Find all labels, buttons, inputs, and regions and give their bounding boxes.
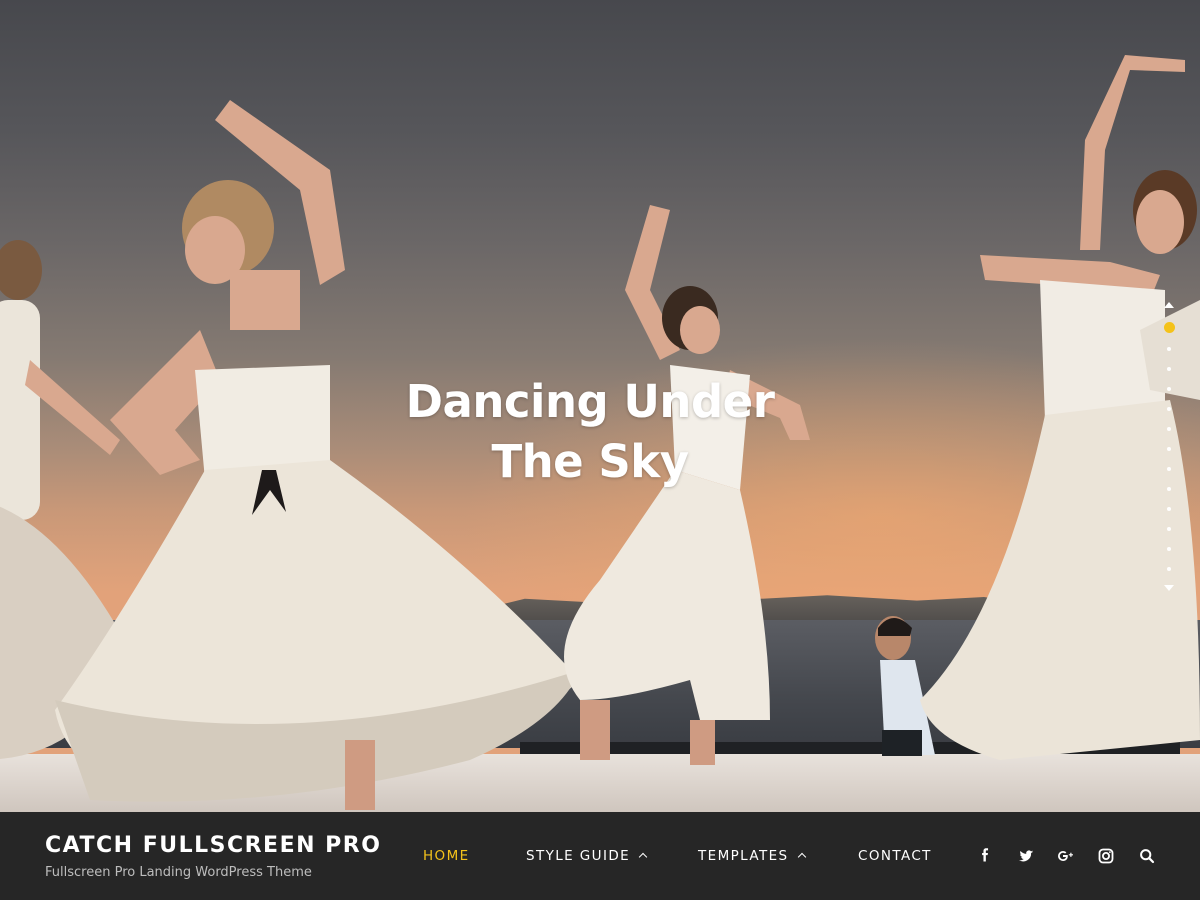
slider-next-arrow-icon[interactable] [1164, 585, 1174, 591]
slider-dot[interactable] [1167, 547, 1171, 551]
google-plus-icon[interactable] [1056, 846, 1076, 866]
nav-item-label: CONTACT [858, 848, 932, 864]
slider-dot[interactable] [1167, 507, 1171, 511]
slider-pagination [1160, 302, 1178, 628]
slider-dot[interactable] [1167, 447, 1171, 451]
hero-title: Dancing Under The Sky [360, 372, 820, 492]
man-background [875, 616, 935, 756]
nav-item-contact[interactable]: CONTACT [858, 848, 932, 864]
nav-item-home[interactable]: HOME [423, 848, 470, 864]
nav-item-style-guide[interactable]: STYLE GUIDE [526, 848, 648, 864]
hero-title-line-1: Dancing Under [405, 375, 775, 428]
slider-dot[interactable] [1167, 487, 1171, 491]
slider-dot[interactable] [1167, 407, 1171, 411]
nav-item-templates[interactable]: TEMPLATES [698, 848, 806, 864]
slider-dot[interactable] [1167, 567, 1171, 571]
nav-item-label: HOME [423, 848, 470, 864]
twitter-icon[interactable] [1016, 846, 1036, 866]
chevron-up-icon [638, 852, 648, 862]
nav-item-label: TEMPLATES [698, 848, 789, 864]
nav-item-label: STYLE GUIDE [526, 848, 631, 864]
slider-dot[interactable] [1167, 367, 1171, 371]
hero-title-line-2: The Sky [491, 435, 689, 488]
site-header: CATCH FULLSCREEN PRO Fullscreen Pro Land… [0, 812, 1200, 900]
dancer-right [920, 55, 1200, 760]
chevron-up-icon [797, 852, 806, 862]
site-title[interactable]: CATCH FULLSCREEN PRO [45, 832, 381, 860]
hero-slide: Dancing Under The Sky [0, 0, 1200, 812]
slider-dot[interactable] [1167, 467, 1171, 471]
site-tagline: Fullscreen Pro Landing WordPress Theme [45, 865, 312, 880]
slider-dot[interactable] [1167, 527, 1171, 531]
slider-dot[interactable] [1163, 322, 1175, 333]
slider-dot[interactable] [1167, 347, 1171, 351]
site-branding: CATCH FULLSCREEN PRO Fullscreen Pro Land… [45, 832, 381, 882]
facebook-icon[interactable] [976, 846, 996, 866]
search-icon[interactable] [1137, 846, 1157, 866]
slider-dot[interactable] [1167, 387, 1171, 391]
slider-prev-arrow-icon[interactable] [1164, 302, 1174, 308]
slider-dot[interactable] [1167, 427, 1171, 431]
instagram-icon[interactable] [1096, 846, 1116, 866]
